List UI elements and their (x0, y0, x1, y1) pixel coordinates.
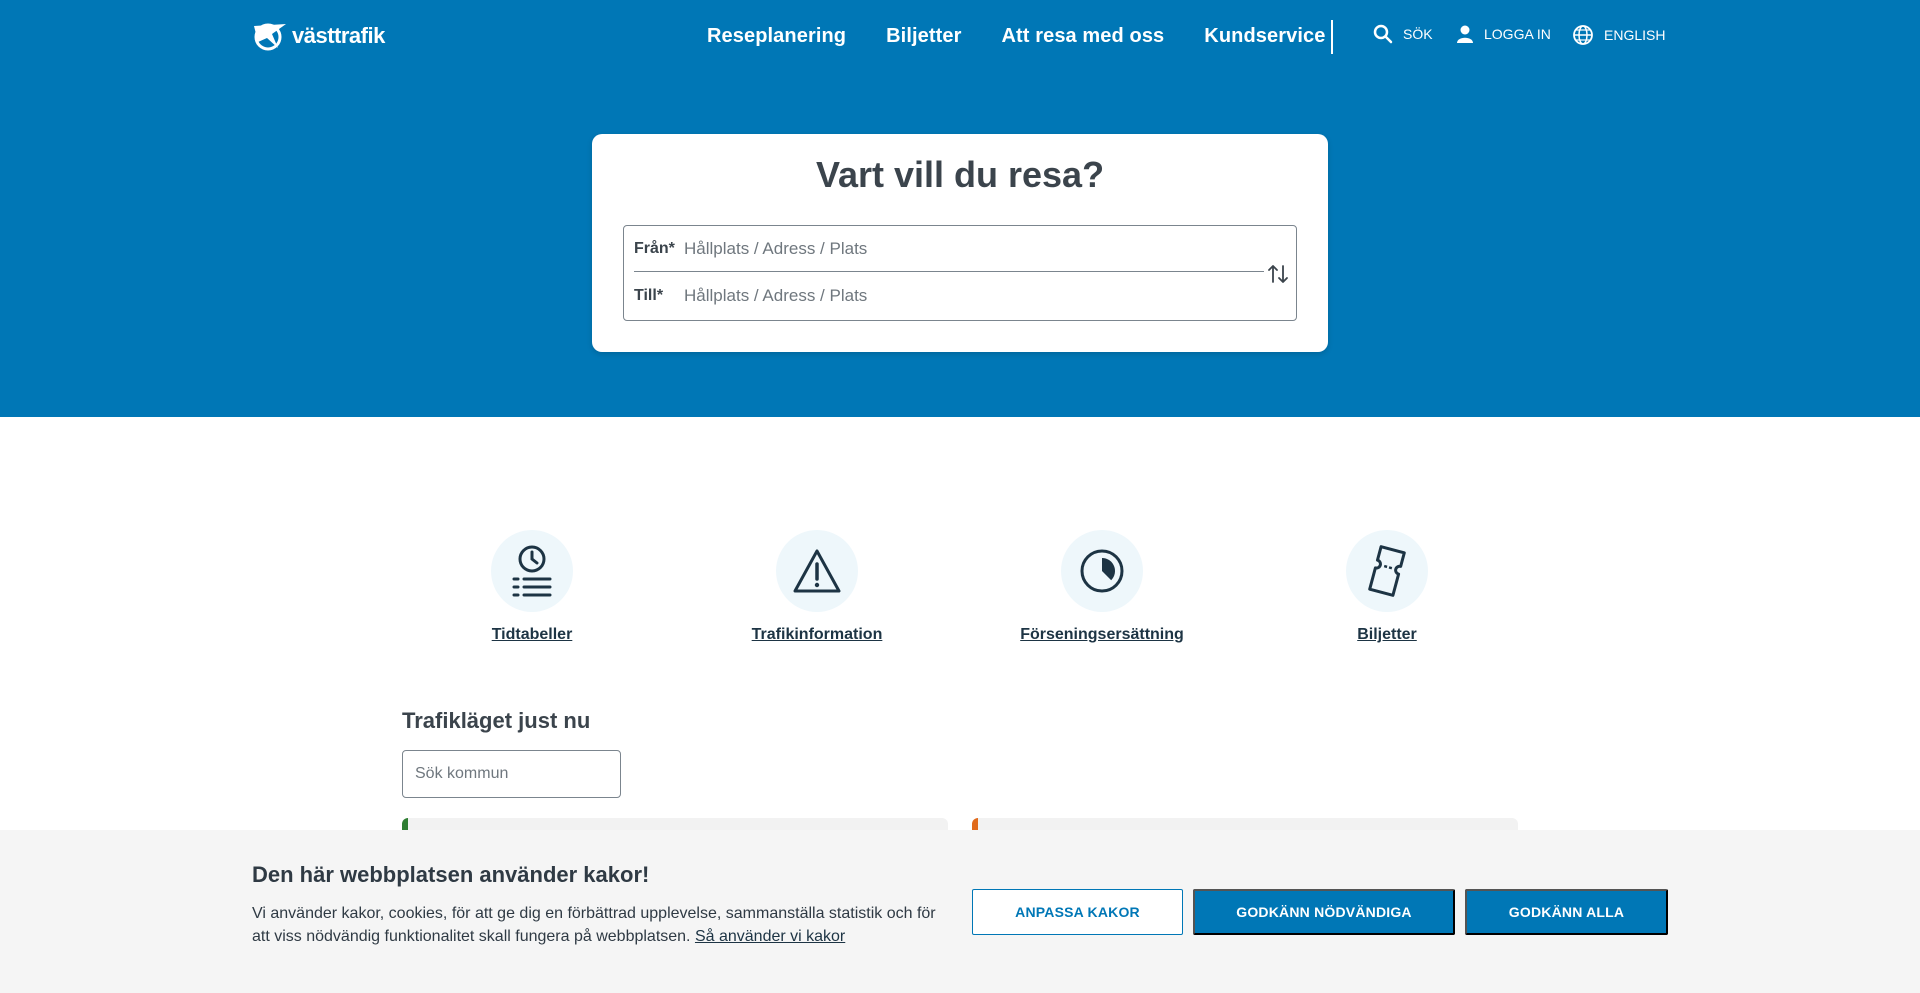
search-icon (1373, 24, 1393, 44)
vasttrafik-logo[interactable]: västtrafik (252, 20, 385, 52)
main-nav: Reseplanering Biljetter Att resa med oss… (707, 22, 1365, 50)
swap-button[interactable] (1266, 262, 1290, 286)
quicklink-forseningsersattning[interactable]: Förseningsersättning (1002, 530, 1202, 644)
to-label: Till* (634, 287, 664, 304)
login-button[interactable]: LOGGA IN (1456, 24, 1551, 44)
user-icon (1457, 25, 1473, 43)
quicklink-label: Biljetter (1357, 626, 1417, 643)
logo-text: västtrafik (292, 23, 385, 48)
from-row: Från* (634, 226, 1264, 272)
top-navigation: västtrafik Reseplanering Biljetter Att r… (0, 0, 1920, 72)
trip-input-box: Från* Till* (623, 225, 1297, 321)
from-label: Från* (634, 239, 675, 257)
clock-pie-icon (1061, 530, 1143, 612)
language-label: ENGLISH (1604, 27, 1666, 43)
ticket-icon (1346, 530, 1428, 612)
nav-divider (1331, 20, 1333, 54)
from-input[interactable] (684, 238, 1244, 259)
search-label: SÖK (1403, 26, 1433, 42)
swap-arrows-icon (1268, 265, 1288, 283)
quicklink-biljetter[interactable]: Biljetter (1287, 530, 1487, 644)
to-row: Till* (634, 273, 1264, 319)
warning-icon (776, 530, 858, 612)
traffic-status-title: Trafikläget just nu (402, 708, 591, 733)
planner-title: Vart vill du resa? (815, 154, 1105, 195)
quicklink-trafikinformation[interactable]: Trafikinformation (717, 530, 917, 644)
language-button[interactable]: ENGLISH (1572, 24, 1665, 46)
cookie-text: Vi använder kakor, cookies, för att ge d… (252, 902, 952, 948)
cookie-banner: Den här webbplatsen använder kakor! Vi a… (0, 830, 1920, 993)
nav-att-resa-med-oss[interactable]: Att resa med oss (1002, 22, 1165, 50)
nav-kundservice[interactable]: Kundservice (1204, 22, 1325, 50)
to-input[interactable] (684, 286, 1244, 306)
timetable-icon (491, 530, 573, 612)
cookie-title: Den här webbplatsen använder kakor! (252, 862, 650, 887)
quicklink-label: Förseningsersättning (1020, 626, 1184, 643)
customize-cookies-button[interactable]: ANPASSA KAKOR (972, 889, 1183, 935)
quicklink-label: Trafikinformation (751, 626, 883, 643)
nav-biljetter[interactable]: Biljetter (886, 22, 961, 50)
logo-icon (254, 23, 286, 51)
search-button[interactable]: SÖK (1373, 24, 1433, 44)
nav-reseplanering[interactable]: Reseplanering (707, 22, 846, 50)
hero-section: västtrafik Reseplanering Biljetter Att r… (0, 0, 1920, 417)
kommun-search-input[interactable] (402, 750, 621, 798)
globe-icon (1573, 25, 1593, 45)
quicklink-tidtabeller[interactable]: Tidtabeller (432, 530, 632, 644)
accept-all-button[interactable]: GODKÄNN ALLA (1465, 889, 1668, 935)
accept-necessary-button[interactable]: GODKÄNN NÖDVÄNDIGA (1193, 889, 1455, 935)
login-label: LOGGA IN (1484, 26, 1551, 42)
quicklink-label: Tidtabeller (491, 626, 573, 643)
cookie-info-link[interactable]: Så använder vi kakor (695, 928, 845, 945)
trip-planner-card: Vart vill du resa? Från* Till* (592, 134, 1328, 352)
